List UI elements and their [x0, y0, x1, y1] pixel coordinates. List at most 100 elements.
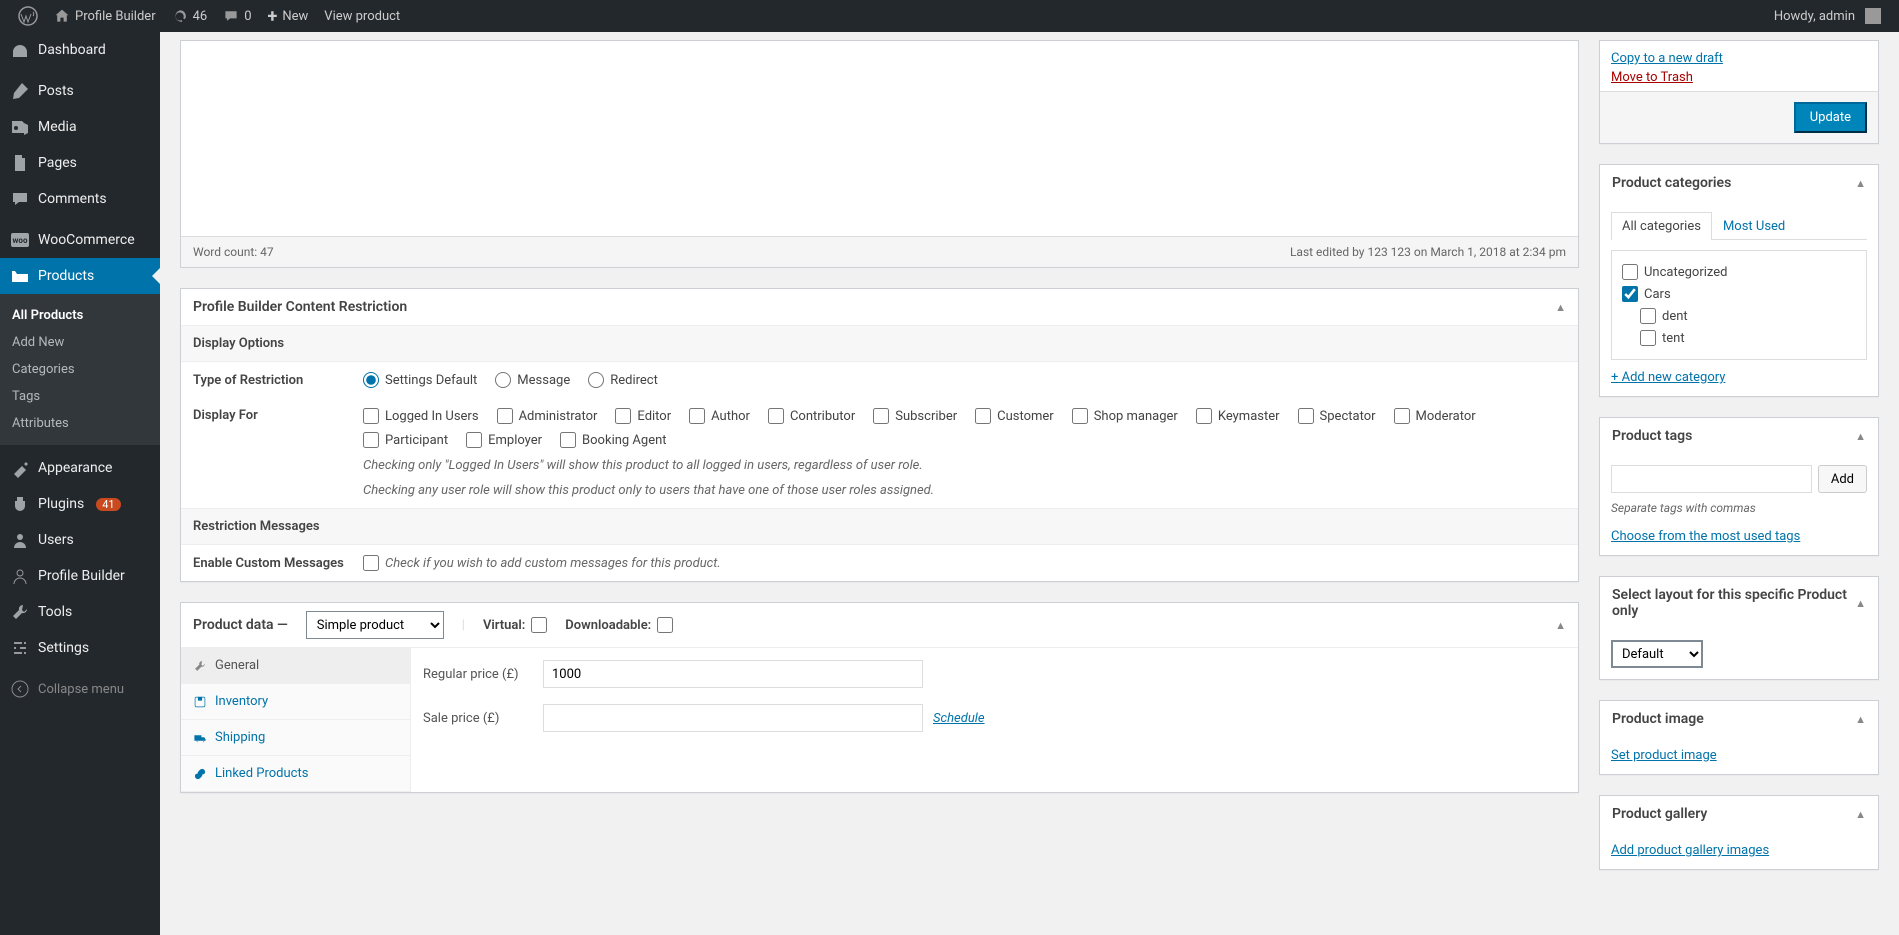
toggle-icon[interactable]: ▲: [1855, 597, 1866, 610]
set-product-image-link[interactable]: Set product image: [1611, 748, 1717, 763]
type-redirect[interactable]: Redirect: [588, 372, 658, 388]
sale-price-input[interactable]: [543, 704, 923, 732]
product-categories-box: Product categories▲ All categories Most …: [1599, 164, 1879, 397]
menu-dashboard[interactable]: Dashboard: [0, 32, 160, 68]
product-tags-box: Product tags▲ Add Separate tags with com…: [1599, 417, 1879, 556]
role-booking-agent[interactable]: Booking Agent: [560, 432, 667, 448]
role-logged-in[interactable]: Logged In Users: [363, 408, 479, 424]
wp-logo[interactable]: [10, 0, 46, 32]
role-editor[interactable]: Editor: [615, 408, 671, 424]
role-subscriber[interactable]: Subscriber: [873, 408, 957, 424]
restriction-title: Profile Builder Content Restriction: [193, 299, 407, 315]
role-author[interactable]: Author: [689, 408, 750, 424]
role-keymaster[interactable]: Keymaster: [1196, 408, 1280, 424]
move-to-trash-link[interactable]: Move to Trash: [1611, 68, 1867, 87]
regular-price-label: Regular price (£): [423, 667, 543, 682]
cat-dent[interactable]: dent: [1622, 305, 1856, 327]
menu-tools[interactable]: Tools: [0, 594, 160, 630]
add-new-category-link[interactable]: + Add new category: [1611, 370, 1725, 385]
submenu-attributes[interactable]: Attributes: [0, 410, 160, 437]
role-spectator[interactable]: Spectator: [1298, 408, 1376, 424]
toggle-icon[interactable]: ▲: [1555, 301, 1566, 314]
submenu-add-new[interactable]: Add New: [0, 329, 160, 356]
layout-select[interactable]: Default: [1611, 640, 1703, 668]
menu-media[interactable]: Media: [0, 109, 160, 145]
admin-bar: Profile Builder 46 0 +New View product H…: [0, 0, 1899, 32]
submenu-all-products[interactable]: All Products: [0, 302, 160, 329]
menu-users[interactable]: Users: [0, 522, 160, 558]
admin-sidebar: Dashboard Posts Media Pages Comments woo…: [0, 32, 160, 935]
menu-collapse[interactable]: Collapse menu: [0, 671, 160, 707]
tab-linked-products[interactable]: Linked Products: [181, 756, 410, 792]
type-settings-default[interactable]: Settings Default: [363, 372, 477, 388]
virtual-checkbox[interactable]: Virtual:: [483, 617, 547, 633]
copy-draft-link[interactable]: Copy to a new draft: [1611, 49, 1867, 68]
type-message[interactable]: Message: [495, 372, 570, 388]
role-participant[interactable]: Participant: [363, 432, 448, 448]
word-count: Word count: 47: [193, 245, 274, 259]
publish-box: Copy to a new draft Move to Trash Update: [1599, 40, 1879, 144]
comments-link[interactable]: 0: [215, 0, 259, 32]
tab-shipping[interactable]: Shipping: [181, 720, 410, 756]
regular-price-input[interactable]: [543, 660, 923, 688]
role-employer[interactable]: Employer: [466, 432, 542, 448]
menu-settings[interactable]: Settings: [0, 630, 160, 666]
schedule-link[interactable]: Schedule: [933, 711, 985, 726]
sale-price-label: Sale price (£): [423, 711, 543, 726]
site-name-link[interactable]: Profile Builder: [46, 0, 164, 32]
role-contributor[interactable]: Contributor: [768, 408, 855, 424]
product-gallery-box: Product gallery ▲ Add product gallery ima…: [1599, 795, 1879, 870]
toggle-icon[interactable]: ▲: [1855, 430, 1866, 443]
view-product-link[interactable]: View product: [316, 0, 408, 32]
gallery-title: Product gallery: [1612, 806, 1707, 822]
new-content-link[interactable]: +New: [260, 0, 317, 32]
product-data-title: Product data —: [193, 617, 288, 633]
menu-posts[interactable]: Posts: [0, 73, 160, 109]
menu-woocommerce[interactable]: wooWooCommerce: [0, 222, 160, 258]
cat-tent[interactable]: tent: [1622, 327, 1856, 349]
role-administrator[interactable]: Administrator: [497, 408, 598, 424]
toggle-icon[interactable]: ▲: [1855, 713, 1866, 726]
user-greeting[interactable]: Howdy, admin: [1766, 0, 1889, 32]
products-submenu: All Products Add New Categories Tags Att…: [0, 294, 160, 445]
content-restriction-box: Profile Builder Content Restriction ▲ Di…: [180, 288, 1579, 582]
updates-link[interactable]: 46: [164, 0, 216, 32]
downloadable-checkbox[interactable]: Downloadable:: [565, 617, 673, 633]
toggle-icon[interactable]: ▲: [1855, 177, 1866, 190]
submenu-tags[interactable]: Tags: [0, 383, 160, 410]
tab-general[interactable]: General: [181, 648, 410, 684]
tab-most-used[interactable]: Most Used: [1712, 212, 1796, 240]
woo-icon: woo: [11, 233, 29, 247]
choose-tags-link[interactable]: Choose from the most used tags: [1611, 529, 1800, 544]
display-for-hint-1: Checking only "Logged In Users" will sho…: [181, 458, 1578, 483]
toggle-icon[interactable]: ▲: [1555, 619, 1566, 632]
role-shop-manager[interactable]: Shop manager: [1072, 408, 1178, 424]
cat-uncategorized[interactable]: Uncategorized: [1622, 261, 1856, 283]
menu-pages[interactable]: Pages: [0, 145, 160, 181]
cat-cars[interactable]: Cars: [1622, 283, 1856, 305]
add-gallery-images-link[interactable]: Add product gallery images: [1611, 843, 1769, 858]
tab-inventory[interactable]: Inventory: [181, 684, 410, 720]
display-for-label: Display For: [193, 408, 363, 423]
enable-custom-checkbox[interactable]: Check if you wish to add custom messages…: [363, 555, 721, 571]
role-moderator[interactable]: Moderator: [1394, 408, 1476, 424]
product-type-select[interactable]: Simple product: [306, 611, 444, 639]
menu-plugins[interactable]: Plugins41: [0, 486, 160, 522]
display-options-header: Display Options: [181, 325, 1578, 362]
last-edited: Last edited by 123 123 on March 1, 2018 …: [1290, 245, 1566, 259]
editor-body[interactable]: [181, 41, 1578, 236]
update-button[interactable]: Update: [1794, 102, 1867, 133]
product-image-box: Product image▲ Set product image: [1599, 700, 1879, 775]
layout-box: Select layout for this specific Product …: [1599, 576, 1879, 680]
menu-products[interactable]: Products: [0, 258, 160, 294]
add-tag-button[interactable]: Add: [1818, 465, 1867, 493]
menu-profile-builder[interactable]: Profile Builder: [0, 558, 160, 594]
toggle-icon[interactable]: ▲: [1855, 808, 1866, 821]
content-editor: Word count: 47 Last edited by 123 123 on…: [180, 40, 1579, 268]
submenu-categories[interactable]: Categories: [0, 356, 160, 383]
role-customer[interactable]: Customer: [975, 408, 1054, 424]
tags-input[interactable]: [1611, 465, 1812, 493]
tab-all-categories[interactable]: All categories: [1611, 212, 1712, 240]
menu-appearance[interactable]: Appearance: [0, 450, 160, 486]
menu-comments[interactable]: Comments: [0, 181, 160, 217]
